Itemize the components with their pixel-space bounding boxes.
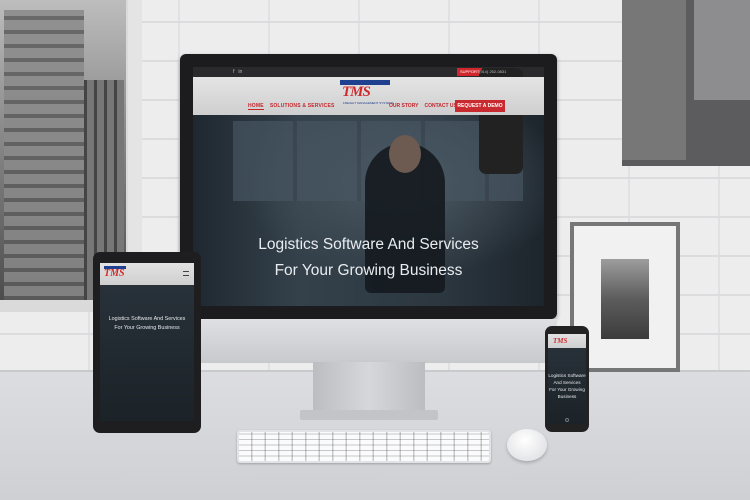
nav-right: OUR STORY CONTACT US xyxy=(389,103,457,109)
nav-contact[interactable]: CONTACT US xyxy=(424,103,456,109)
building-facade xyxy=(4,10,84,300)
tablet-logo[interactable]: TMS xyxy=(104,266,126,279)
desktop-monitor: Logistics Software And Services For Your… xyxy=(180,54,557,319)
scroll-down-icon[interactable] xyxy=(565,418,569,422)
monitor-chin xyxy=(180,319,557,363)
tablet-website: TMS Logistics Software And Services For … xyxy=(100,263,194,421)
phone-website: TMS Logistics Software And Services For … xyxy=(548,334,586,424)
site-topbar: f in SUPPORT (914) 252-0831 xyxy=(193,67,544,174)
abstract-art-panel xyxy=(622,0,686,160)
logo-text: TMS xyxy=(342,84,371,100)
hero-line-2: For Your Growing Business xyxy=(274,262,463,279)
request-demo-button[interactable]: REQUEST A DEMO xyxy=(455,100,505,112)
monitor-stand xyxy=(313,362,425,414)
abstract-art-panel-2 xyxy=(694,0,750,100)
hero-line-1: Logistics Software And Services xyxy=(258,236,479,253)
site-header: TMS FREIGHT MANAGEMENT SYSTEMS HOME SOLU… xyxy=(193,77,544,115)
monitor-stand-base xyxy=(300,410,438,420)
phone-logo[interactable]: TMS xyxy=(553,337,567,345)
tablet-line-1: Logistics Software And Services xyxy=(108,316,186,322)
phone-line-2: And Services xyxy=(553,380,581,385)
nav-left: HOME SOLUTIONS & SERVICES xyxy=(248,103,335,110)
hamburger-menu-icon[interactable] xyxy=(183,271,189,276)
hero-person-head xyxy=(389,135,421,173)
tablet-headline: Logistics Software And Services For Your… xyxy=(100,315,194,333)
keyboard xyxy=(237,430,491,463)
keyboard-keys xyxy=(239,432,489,461)
phone-line-1: Logistics Software xyxy=(548,373,586,378)
linkedin-icon[interactable]: in xyxy=(238,69,242,75)
nav-home[interactable]: HOME xyxy=(248,103,264,110)
tablet-header: TMS xyxy=(100,263,194,285)
brand-logo[interactable]: TMS FREIGHT MANAGEMENT SYSTEMS xyxy=(340,80,394,105)
phone-headline: Logistics Software And Services For Your… xyxy=(548,372,586,400)
facebook-icon[interactable]: f xyxy=(233,69,234,75)
nav-solutions[interactable]: SOLUTIONS & SERVICES xyxy=(270,103,335,110)
tablet-device: TMS Logistics Software And Services For … xyxy=(93,252,201,433)
phone-header: TMS xyxy=(548,334,586,348)
mouse xyxy=(507,429,547,461)
abstract-art-frame xyxy=(622,0,750,166)
tablet-line-2: For Your Growing Business xyxy=(114,325,180,331)
hero-headline: Logistics Software And Services For Your… xyxy=(193,232,544,284)
nav-our-story[interactable]: OUR STORY xyxy=(389,103,418,109)
desktop-website: Logistics Software And Services For Your… xyxy=(193,67,544,306)
phone-line-4: Business xyxy=(557,394,577,399)
logo-tagline: FREIGHT MANAGEMENT SYSTEMS xyxy=(343,101,394,105)
phone-device: TMS Logistics Software And Services For … xyxy=(545,326,589,432)
phone-line-3: For Your Growing xyxy=(549,387,585,392)
tower-photo xyxy=(601,259,649,339)
